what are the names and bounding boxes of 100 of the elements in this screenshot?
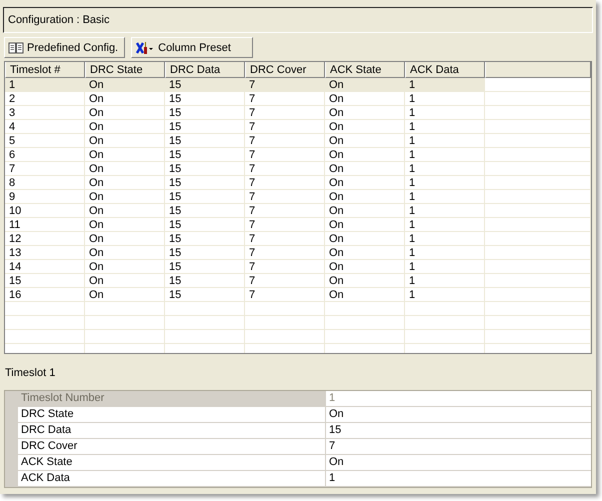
table-cell: On: [325, 246, 405, 260]
table-cell: 15: [165, 204, 245, 218]
property-value[interactable]: On: [325, 407, 591, 423]
table-cell: 15: [165, 232, 245, 246]
table-cell: On: [85, 274, 165, 288]
table-cell: 15: [165, 218, 245, 232]
property-name: ACK State: [18, 455, 325, 471]
table-cell: On: [85, 162, 165, 176]
column-header[interactable]: DRC Data: [165, 62, 245, 78]
table-row[interactable]: 16 On 15 7 On 1: [5, 288, 591, 302]
table-cell: 8: [5, 176, 85, 190]
table-cell: 15: [165, 148, 245, 162]
table-cell: On: [85, 246, 165, 260]
table-cell: On: [325, 176, 405, 190]
table-cell: 15: [165, 78, 245, 92]
table-cell: 16: [5, 288, 85, 302]
table-row[interactable]: 12 On 15 7 On 1: [5, 232, 591, 246]
column-header[interactable]: ACK Data: [405, 62, 485, 78]
property-name: ACK Data: [18, 471, 325, 487]
table-cell: On: [325, 148, 405, 162]
column-header[interactable]: Timeslot #: [5, 62, 85, 78]
configuration-label: Configuration : Basic: [3, 7, 593, 33]
table-row[interactable]: 7 On 15 7 On 1: [5, 162, 591, 176]
table-cell: On: [325, 162, 405, 176]
property-value[interactable]: 1: [325, 471, 591, 487]
table-row[interactable]: 11 On 15 7 On 1: [5, 218, 591, 232]
table-cell: 1: [5, 78, 85, 92]
property-name: DRC Data: [18, 423, 325, 439]
table-cell: 5: [5, 134, 85, 148]
table-row[interactable]: 13 On 15 7 On 1: [5, 246, 591, 260]
table-cell: On: [85, 148, 165, 162]
table-row[interactable]: 4 On 15 7 On 1: [5, 120, 591, 134]
table-cell: 7: [245, 106, 325, 120]
table-cell: On: [325, 190, 405, 204]
table-cell: On: [85, 204, 165, 218]
table-row[interactable]: 15 On 15 7 On 1: [5, 274, 591, 288]
table-cell: 15: [165, 190, 245, 204]
table-cell: 7: [245, 78, 325, 92]
table-cell: On: [85, 120, 165, 134]
table-cell: On: [325, 134, 405, 148]
tools-icon: [135, 40, 156, 54]
toolbar-button[interactable]: Predefined Config.: [4, 37, 126, 58]
table-cell: On: [85, 288, 165, 302]
table-cell: 4: [5, 120, 85, 134]
table-row[interactable]: 6 On 15 7 On 1: [5, 148, 591, 162]
table-row[interactable]: 3 On 15 7 On 1: [5, 106, 591, 120]
table-cell: 15: [165, 246, 245, 260]
column-header[interactable]: DRC Cover: [245, 62, 325, 78]
column-header[interactable]: DRC State: [85, 62, 165, 78]
table-row[interactable]: 8 On 15 7 On 1: [5, 176, 591, 190]
table-cell: 7: [245, 274, 325, 288]
table-cell: On: [325, 260, 405, 274]
table-cell: On: [325, 288, 405, 302]
property-name: DRC State: [18, 407, 325, 423]
table-cell: 15: [165, 120, 245, 134]
table-cell: 7: [245, 218, 325, 232]
table-cell: 14: [5, 260, 85, 274]
table-cell: 15: [165, 106, 245, 120]
property-value[interactable]: 15: [325, 423, 591, 439]
table-cell: 7: [245, 162, 325, 176]
toolbar-button[interactable]: Column Preset: [131, 37, 254, 58]
table-row[interactable]: 1 On 15 7 On 1: [5, 78, 591, 92]
table-cell: 15: [165, 274, 245, 288]
table-cell: On: [85, 190, 165, 204]
property-value[interactable]: 7: [325, 439, 591, 455]
table-cell: 7: [245, 190, 325, 204]
table-cell: 7: [245, 134, 325, 148]
table-cell: On: [85, 134, 165, 148]
table-cell: On: [85, 106, 165, 120]
column-header[interactable]: ACK State: [325, 62, 405, 78]
details-title: Timeslot 1: [5, 367, 56, 379]
table-row[interactable]: 10 On 15 7 On 1: [5, 204, 591, 218]
table-cell: 15: [165, 288, 245, 302]
table-cell: 7: [245, 176, 325, 190]
table-cell: On: [85, 232, 165, 246]
table-cell: 15: [165, 92, 245, 106]
table-cell: 7: [245, 232, 325, 246]
table-cell: On: [85, 260, 165, 274]
table-cell: 7: [245, 260, 325, 274]
table-cell: 15: [165, 162, 245, 176]
table-cell: 13: [5, 246, 85, 260]
table-row[interactable]: 9 On 15 7 On 1: [5, 190, 591, 204]
table-cell: On: [85, 92, 165, 106]
table-cell: 15: [5, 274, 85, 288]
table-cell: On: [325, 92, 405, 106]
property-value[interactable]: On: [325, 455, 591, 471]
table-row[interactable]: 5 On 15 7 On 1: [5, 134, 591, 148]
table-cell: 15: [165, 176, 245, 190]
property-name: DRC Cover: [18, 439, 325, 455]
table-cell: 7: [5, 162, 85, 176]
table-cell: 10: [5, 204, 85, 218]
table-cell: 12: [5, 232, 85, 246]
table-cell: On: [325, 218, 405, 232]
book-icon: [8, 42, 24, 54]
table-cell: 3: [5, 106, 85, 120]
table-row[interactable]: 2 On 15 7 On 1: [5, 92, 591, 106]
table-row[interactable]: 14 On 15 7 On 1: [5, 260, 591, 274]
table-cell: 6: [5, 148, 85, 162]
table-cell: 15: [165, 260, 245, 274]
table-cell: On: [85, 78, 165, 92]
